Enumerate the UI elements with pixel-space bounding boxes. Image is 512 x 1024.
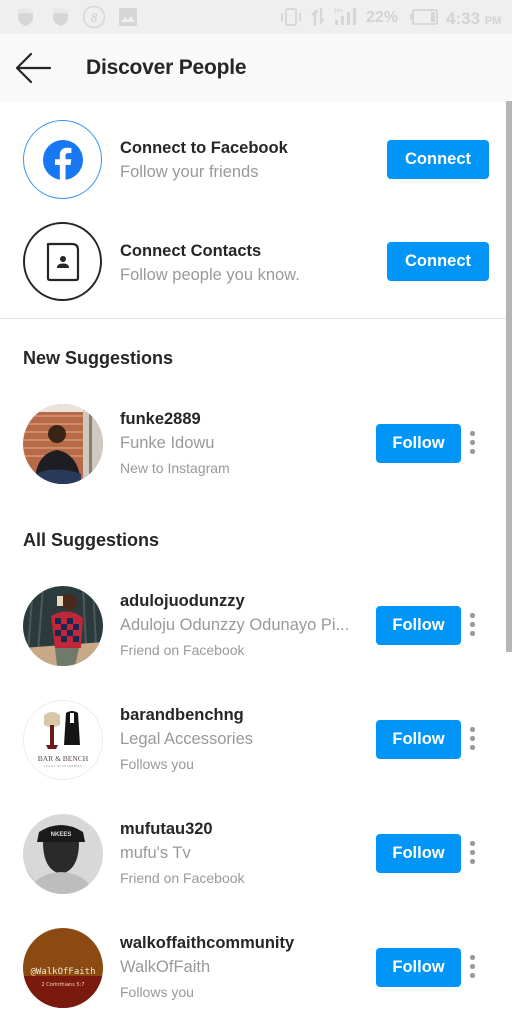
username[interactable]: barandbenchng [120, 706, 244, 725]
svg-text:BAR & BENCH: BAR & BENCH [38, 754, 89, 763]
full-name: Aduloju Odunzzy Odunayo Pi... [120, 616, 350, 634]
facebook-icon [42, 139, 83, 180]
connect-contacts-button[interactable]: Connect [387, 242, 489, 281]
username[interactable]: adulojuodunzzy [120, 592, 245, 611]
connect-facebook-button[interactable]: Connect [387, 140, 489, 179]
contacts-icon-circle [23, 222, 102, 301]
more-options-icon[interactable] [464, 838, 480, 868]
follow-button[interactable]: Follow [376, 424, 461, 463]
username[interactable]: funke2889 [120, 410, 201, 429]
shield-icon [18, 8, 33, 26]
full-name: Legal Accessories [120, 730, 253, 748]
back-button[interactable] [14, 52, 52, 84]
new-suggestions-heading: New Suggestions [23, 348, 174, 368]
suggestion-row: NKEES mufutau320 mufu's Tv Friend on Fac… [0, 814, 500, 904]
suggestion-row: BAR & BENCH LEGAL ACCESSORIES barandbenc… [0, 700, 500, 790]
battery-percent: 22% [366, 9, 399, 26]
avatar[interactable] [23, 586, 103, 666]
status-bar: 8 H+ 22% 4:33 PM [0, 0, 512, 34]
clock: 4:33 PM [446, 9, 502, 28]
avatar[interactable]: BAR & BENCH LEGAL ACCESSORIES [23, 700, 103, 780]
suggestion-reason: Follows you [120, 984, 194, 1000]
username[interactable]: mufutau320 [120, 820, 213, 839]
more-options-icon[interactable] [464, 610, 480, 640]
suggestion-reason: Friend on Facebook [120, 642, 245, 658]
shield-icon [53, 8, 68, 26]
follow-button[interactable]: Follow [376, 834, 461, 873]
avatar[interactable]: NKEES [23, 814, 103, 894]
suggestion-row: @WalkOfFaith 2 Corinthians 5:7 walkoffai… [0, 928, 500, 1018]
follow-button[interactable]: Follow [376, 720, 461, 759]
data-arrows-icon [311, 8, 325, 26]
more-options-icon[interactable] [464, 724, 480, 754]
svg-text:@WalkOfFaith: @WalkOfFaith [30, 967, 95, 977]
connect-contacts-row: Connect Contacts Follow people you know.… [0, 210, 500, 310]
suggestion-reason: Friend on Facebook [120, 870, 245, 886]
svg-text:NKEES: NKEES [51, 832, 72, 838]
facebook-icon-circle [23, 120, 102, 199]
connect-facebook-subtitle: Follow your friends [120, 163, 259, 181]
scrollbar[interactable] [506, 101, 512, 652]
suggestion-row: funke2889 Funke Idowu New to Instagram F… [0, 404, 500, 494]
follow-button[interactable]: Follow [376, 606, 461, 645]
username[interactable]: walkoffaithcommunity [120, 934, 294, 953]
svg-text:LEGAL ACCESSORIES: LEGAL ACCESSORIES [44, 765, 82, 768]
vibrate-icon [281, 8, 301, 26]
follow-button[interactable]: Follow [376, 948, 461, 987]
suggestion-reason: New to Instagram [120, 460, 230, 476]
full-name: mufu's Tv [120, 844, 191, 862]
image-icon [119, 8, 137, 26]
battery-icon [410, 9, 438, 25]
arrow-left-icon [15, 52, 52, 84]
connect-facebook-title: Connect to Facebook [120, 139, 288, 157]
svg-text:H+: H+ [334, 8, 343, 15]
connect-contacts-subtitle: Follow people you know. [120, 266, 300, 284]
svg-text:8: 8 [91, 11, 98, 26]
section-divider [0, 318, 506, 319]
more-options-icon[interactable] [464, 428, 480, 458]
full-name: Funke Idowu [120, 434, 215, 452]
app-header: Discover People [0, 34, 512, 102]
suggestion-reason: Follows you [120, 756, 194, 772]
avatar[interactable]: @WalkOfFaith 2 Corinthians 5:7 [23, 928, 103, 1008]
full-name: WalkOfFaith [120, 958, 211, 976]
connect-facebook-row: Connect to Facebook Follow your friends … [0, 109, 500, 209]
avatar[interactable] [23, 404, 103, 484]
suggestion-row: adulojuodunzzy Aduloju Odunzzy Odunayo P… [0, 586, 500, 676]
b-badge-icon: 8 [82, 5, 106, 29]
contact-book-icon [46, 242, 79, 281]
signal-icon: H+ [334, 8, 356, 25]
more-options-icon[interactable] [464, 952, 480, 982]
all-suggestions-heading: All Suggestions [23, 530, 160, 550]
page-title: Discover People [86, 56, 247, 79]
svg-text:2 Corinthians 5:7: 2 Corinthians 5:7 [42, 982, 85, 988]
connect-contacts-title: Connect Contacts [120, 242, 262, 260]
